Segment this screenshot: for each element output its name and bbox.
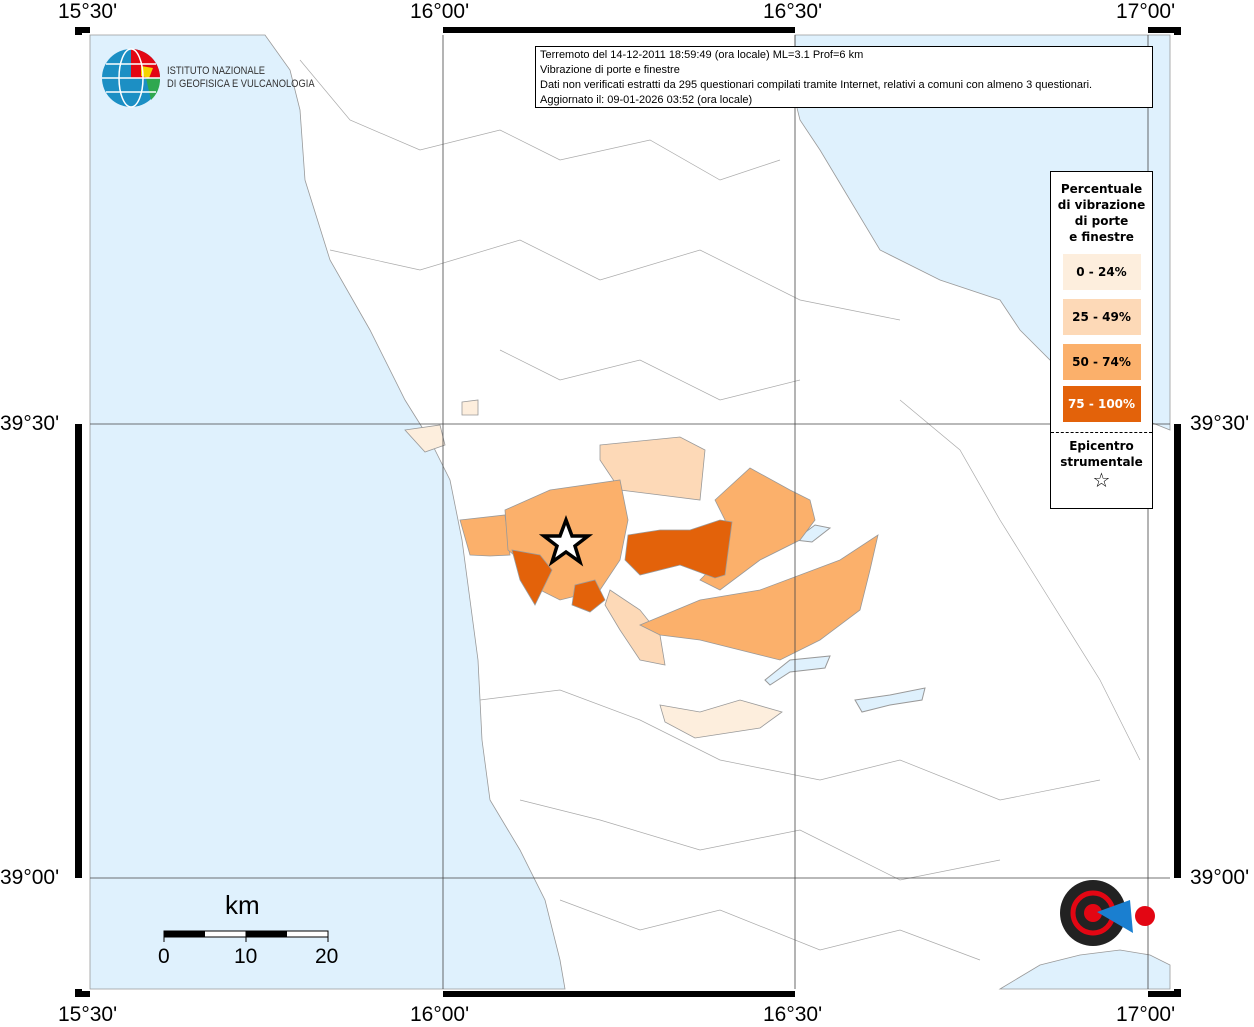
legend-title-line: Percentuale — [1060, 182, 1143, 196]
legend: Percentuale di vibrazione di porte e fin… — [1050, 171, 1153, 509]
lat-tick: 39°00' — [1190, 866, 1250, 889]
epicenter-label: Epicentro — [1069, 439, 1134, 453]
lat-tick: 39°30' — [0, 412, 60, 435]
lon-tick: 17°00' — [1116, 1003, 1176, 1026]
lon-tick: 15°30' — [58, 0, 118, 23]
ingv-name-line2: DI GEOFISICA E VULCANOLOGIA — [167, 78, 315, 90]
scale-label: 10 — [234, 945, 258, 968]
intensity-map — [75, 27, 1181, 997]
scale-label: 20 — [315, 945, 339, 968]
ingv-logo: ISTITUTO NAZIONALE DI GEOFISICA E VULCANO… — [101, 48, 341, 108]
star-icon: ☆ — [1092, 468, 1111, 492]
legend-class-0-24: 0 - 24% — [1062, 254, 1141, 290]
legend-title-line: e finestre — [1069, 230, 1134, 244]
legend-class-25-49: 25 - 49% — [1062, 299, 1141, 335]
lat-tick: 39°30' — [1190, 412, 1250, 435]
ingv-name-line1: ISTITUTO NAZIONALE — [167, 65, 266, 77]
lon-tick: 16°00' — [410, 1003, 470, 1026]
legend-class-75-100: 75 - 100% — [1062, 386, 1141, 422]
municipality-0-24 — [461, 399, 479, 416]
scale-unit: km — [225, 890, 260, 920]
updated-time: Aggiornato il: 09-01-2026 03:52 (ora loc… — [540, 94, 753, 106]
map-subject: Vibrazione di porte e finestre — [540, 64, 680, 76]
legend-title-line: di porte — [1074, 214, 1129, 228]
scale-bar: km 0 10 20 — [158, 890, 340, 970]
lat-tick: 39°00' — [0, 866, 60, 889]
legend-class-50-74: 50 - 74% — [1062, 344, 1141, 380]
lon-tick: 16°30' — [763, 1003, 823, 1026]
legend-title-line: di vibrazione — [1057, 198, 1146, 212]
scale-label: 0 — [158, 945, 170, 968]
ingv-globe-icon — [102, 48, 161, 108]
lon-tick: 16°30' — [763, 0, 823, 23]
lon-tick: 15°30' — [58, 1003, 118, 1026]
event-info-box: Terremoto del 14-12-2011 18:59:49 (ora l… — [535, 46, 1153, 108]
event-line: Terremoto del 14-12-2011 18:59:49 (ora l… — [540, 49, 864, 61]
lon-tick: 16°00' — [410, 0, 470, 23]
data-note: Dati non verificati estratti da 295 ques… — [540, 79, 1093, 91]
lon-tick: 17°00' — [1116, 0, 1176, 23]
